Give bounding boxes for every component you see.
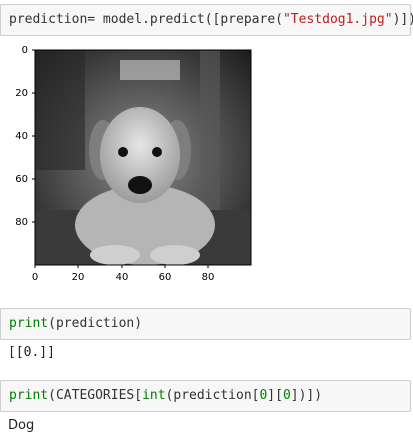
x-tick-label: 40 bbox=[116, 272, 129, 283]
code-token: predict bbox=[149, 12, 205, 27]
code-token: ([ bbox=[204, 12, 221, 27]
image-plot: 0 20 40 60 80 0 20 40 60 80 bbox=[0, 40, 260, 290]
code-token: print bbox=[9, 316, 49, 331]
x-tick-label: 80 bbox=[202, 272, 215, 283]
code-token: "Testdog1.jpg" bbox=[282, 12, 393, 27]
bg-window bbox=[120, 60, 180, 80]
code-token: ])]) bbox=[290, 388, 323, 403]
y-tick-label: 40 bbox=[15, 131, 28, 142]
image-plot-svg: 0 20 40 60 80 0 20 40 60 80 bbox=[15, 45, 252, 283]
code-token: (CATEGORIES[ bbox=[48, 388, 143, 403]
code-token: 0 bbox=[282, 388, 291, 403]
code-token: = model. bbox=[87, 12, 150, 27]
dog-nose bbox=[128, 176, 152, 194]
y-tick-label: 0 bbox=[22, 45, 28, 56]
code-token: ( bbox=[275, 12, 283, 27]
code-print-category[interactable]: print(CATEGORIES[int(prediction[0][0])]) bbox=[9, 381, 322, 411]
dog-eye-left bbox=[118, 147, 128, 157]
x-tick-label: 20 bbox=[72, 272, 85, 283]
dog-eye-right bbox=[152, 147, 162, 157]
bg-left-wall bbox=[35, 50, 85, 170]
y-tick-label: 60 bbox=[15, 174, 28, 185]
code-token: int bbox=[142, 388, 166, 403]
code-token: (prediction) bbox=[48, 316, 143, 331]
x-tick-label: 0 bbox=[32, 272, 38, 283]
x-tick-label: 60 bbox=[159, 272, 172, 283]
dog-paw-left bbox=[90, 245, 140, 265]
bg-right-pillar bbox=[200, 50, 220, 210]
code-token: ][ bbox=[267, 388, 283, 403]
code-cell-predict[interactable]: prediction= model.predict([prepare("Test… bbox=[0, 4, 413, 36]
code-token: prediction bbox=[9, 12, 88, 27]
code-print-prediction[interactable]: print(prediction) bbox=[9, 309, 142, 339]
code-token: )]) bbox=[392, 12, 413, 27]
y-tick-label: 80 bbox=[15, 217, 28, 228]
y-tick-label: 20 bbox=[15, 88, 28, 99]
code-cell-print-category[interactable]: print(CATEGORIES[int(prediction[0][0])]) bbox=[0, 380, 411, 412]
code-cell-print-prediction[interactable]: print(prediction) bbox=[0, 308, 411, 340]
output-prediction: [[0.]] bbox=[8, 345, 55, 360]
dog-paw-right bbox=[150, 245, 200, 265]
code-token: (prediction[ bbox=[165, 388, 260, 403]
code-predict[interactable]: prediction= model.predict([prepare("Test… bbox=[9, 5, 413, 35]
x-axis: 0 20 40 60 80 bbox=[32, 265, 215, 283]
code-token: prepare bbox=[220, 12, 276, 27]
y-axis: 0 20 40 60 80 bbox=[15, 45, 35, 228]
code-token: print bbox=[9, 388, 49, 403]
output-category: Dog bbox=[8, 418, 35, 433]
